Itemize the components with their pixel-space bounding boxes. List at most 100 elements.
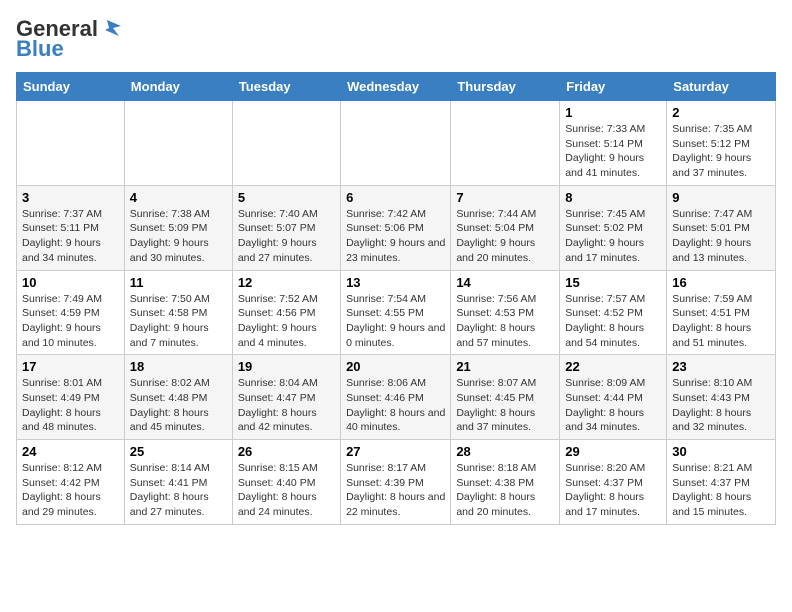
day-number: 22: [565, 359, 661, 374]
calendar-cell: 7 Sunrise: 7:44 AM Sunset: 5:04 PM Daylig…: [451, 185, 560, 270]
day-info: Sunrise: 7:49 AM Sunset: 4:59 PM Dayligh…: [22, 292, 119, 351]
calendar-cell: 1 Sunrise: 7:33 AM Sunset: 5:14 PM Daylig…: [560, 101, 667, 186]
day-number: 1: [565, 105, 661, 120]
day-info: Sunrise: 7:50 AM Sunset: 4:58 PM Dayligh…: [130, 292, 227, 351]
calendar-cell: 14 Sunrise: 7:56 AM Sunset: 4:53 PM Dayli…: [451, 270, 560, 355]
calendar-cell: 21 Sunrise: 8:07 AM Sunset: 4:45 PM Dayli…: [451, 355, 560, 440]
day-number: 25: [130, 444, 227, 459]
day-info: Sunrise: 8:15 AM Sunset: 4:40 PM Dayligh…: [238, 461, 335, 520]
day-info: Sunrise: 7:40 AM Sunset: 5:07 PM Dayligh…: [238, 207, 335, 266]
calendar-cell: [17, 101, 125, 186]
day-info: Sunrise: 8:21 AM Sunset: 4:37 PM Dayligh…: [672, 461, 770, 520]
week-row-4: 17 Sunrise: 8:01 AM Sunset: 4:49 PM Dayli…: [17, 355, 776, 440]
day-info: Sunrise: 8:14 AM Sunset: 4:41 PM Dayligh…: [130, 461, 227, 520]
day-info: Sunrise: 8:07 AM Sunset: 4:45 PM Dayligh…: [456, 376, 554, 435]
day-info: Sunrise: 7:45 AM Sunset: 5:02 PM Dayligh…: [565, 207, 661, 266]
calendar-cell: 29Sunrise: 8:20 AM Sunset: 4:37 PM Dayli…: [560, 440, 667, 525]
calendar-cell: 10Sunrise: 7:49 AM Sunset: 4:59 PM Dayli…: [17, 270, 125, 355]
calendar-header-row: SundayMondayTuesdayWednesdayThursdayFrid…: [17, 73, 776, 101]
calendar-cell: 18Sunrise: 8:02 AM Sunset: 4:48 PM Dayli…: [124, 355, 232, 440]
calendar-cell: 25 Sunrise: 8:14 AM Sunset: 4:41 PM Dayli…: [124, 440, 232, 525]
calendar-cell: 19Sunrise: 8:04 AM Sunset: 4:47 PM Dayli…: [232, 355, 340, 440]
calendar-cell: 20 Sunrise: 8:06 AM Sunset: 4:46 PM Dayli…: [341, 355, 451, 440]
calendar-cell: 27 Sunrise: 8:17 AM Sunset: 4:39 PM Dayli…: [341, 440, 451, 525]
calendar-cell: 13 Sunrise: 7:54 AM Sunset: 4:55 PM Dayli…: [341, 270, 451, 355]
day-number: 7: [456, 190, 554, 205]
header-tuesday: Tuesday: [232, 73, 340, 101]
calendar-cell: 22 Sunrise: 8:09 AM Sunset: 4:44 PM Dayli…: [560, 355, 667, 440]
day-info: Sunrise: 8:18 AM Sunset: 4:38 PM Dayligh…: [456, 461, 554, 520]
calendar-cell: 4 Sunrise: 7:38 AM Sunset: 5:09 PM Daylig…: [124, 185, 232, 270]
day-info: Sunrise: 8:01 AM Sunset: 4:49 PM Dayligh…: [22, 376, 119, 435]
day-info: Sunrise: 7:33 AM Sunset: 5:14 PM Dayligh…: [565, 122, 661, 181]
calendar-cell: 12 Sunrise: 7:52 AM Sunset: 4:56 PM Dayli…: [232, 270, 340, 355]
header-saturday: Saturday: [667, 73, 776, 101]
day-info: Sunrise: 7:56 AM Sunset: 4:53 PM Dayligh…: [456, 292, 554, 351]
calendar-cell: 28 Sunrise: 8:18 AM Sunset: 4:38 PM Dayli…: [451, 440, 560, 525]
day-number: 4: [130, 190, 227, 205]
day-info: Sunrise: 7:35 AM Sunset: 5:12 PM Dayligh…: [672, 122, 770, 181]
day-number: 30: [672, 444, 770, 459]
calendar-table: SundayMondayTuesdayWednesdayThursdayFrid…: [16, 72, 776, 525]
day-number: 8: [565, 190, 661, 205]
day-info: Sunrise: 7:54 AM Sunset: 4:55 PM Dayligh…: [346, 292, 445, 351]
calendar-cell: 8 Sunrise: 7:45 AM Sunset: 5:02 PM Daylig…: [560, 185, 667, 270]
day-info: Sunrise: 8:04 AM Sunset: 4:47 PM Dayligh…: [238, 376, 335, 435]
day-number: 17: [22, 359, 119, 374]
day-number: 6: [346, 190, 445, 205]
day-number: 14: [456, 275, 554, 290]
day-info: Sunrise: 7:57 AM Sunset: 4:52 PM Dayligh…: [565, 292, 661, 351]
logo-blue: Blue: [16, 36, 64, 62]
calendar-cell: [124, 101, 232, 186]
day-info: Sunrise: 7:44 AM Sunset: 5:04 PM Dayligh…: [456, 207, 554, 266]
week-row-2: 3 Sunrise: 7:37 AM Sunset: 5:11 PM Daylig…: [17, 185, 776, 270]
header-wednesday: Wednesday: [341, 73, 451, 101]
calendar-cell: 11Sunrise: 7:50 AM Sunset: 4:58 PM Dayli…: [124, 270, 232, 355]
week-row-1: 1 Sunrise: 7:33 AM Sunset: 5:14 PM Daylig…: [17, 101, 776, 186]
calendar-cell: 30 Sunrise: 8:21 AM Sunset: 4:37 PM Dayli…: [667, 440, 776, 525]
day-number: 28: [456, 444, 554, 459]
calendar-cell: 24 Sunrise: 8:12 AM Sunset: 4:42 PM Dayli…: [17, 440, 125, 525]
day-number: 26: [238, 444, 335, 459]
day-number: 2: [672, 105, 770, 120]
day-number: 27: [346, 444, 445, 459]
day-number: 13: [346, 275, 445, 290]
day-info: Sunrise: 7:37 AM Sunset: 5:11 PM Dayligh…: [22, 207, 119, 266]
week-row-3: 10Sunrise: 7:49 AM Sunset: 4:59 PM Dayli…: [17, 270, 776, 355]
day-number: 3: [22, 190, 119, 205]
day-info: Sunrise: 7:52 AM Sunset: 4:56 PM Dayligh…: [238, 292, 335, 351]
day-info: Sunrise: 7:38 AM Sunset: 5:09 PM Dayligh…: [130, 207, 227, 266]
calendar-cell: [232, 101, 340, 186]
day-number: 15: [565, 275, 661, 290]
day-number: 20: [346, 359, 445, 374]
day-number: 21: [456, 359, 554, 374]
header-monday: Monday: [124, 73, 232, 101]
day-number: 24: [22, 444, 119, 459]
day-info: Sunrise: 8:17 AM Sunset: 4:39 PM Dayligh…: [346, 461, 445, 520]
calendar-cell: 9Sunrise: 7:47 AM Sunset: 5:01 PM Daylig…: [667, 185, 776, 270]
header-friday: Friday: [560, 73, 667, 101]
day-number: 23: [672, 359, 770, 374]
calendar-cell: 5 Sunrise: 7:40 AM Sunset: 5:07 PM Daylig…: [232, 185, 340, 270]
day-info: Sunrise: 8:06 AM Sunset: 4:46 PM Dayligh…: [346, 376, 445, 435]
day-info: Sunrise: 8:12 AM Sunset: 4:42 PM Dayligh…: [22, 461, 119, 520]
calendar-cell: 23Sunrise: 8:10 AM Sunset: 4:43 PM Dayli…: [667, 355, 776, 440]
day-number: 5: [238, 190, 335, 205]
calendar-cell: 17 Sunrise: 8:01 AM Sunset: 4:49 PM Dayli…: [17, 355, 125, 440]
header: General Blue: [16, 16, 776, 62]
calendar-cell: 26 Sunrise: 8:15 AM Sunset: 4:40 PM Dayli…: [232, 440, 340, 525]
day-info: Sunrise: 7:42 AM Sunset: 5:06 PM Dayligh…: [346, 207, 445, 266]
day-number: 9: [672, 190, 770, 205]
calendar-cell: 15 Sunrise: 7:57 AM Sunset: 4:52 PM Dayli…: [560, 270, 667, 355]
calendar-cell: 2 Sunrise: 7:35 AM Sunset: 5:12 PM Daylig…: [667, 101, 776, 186]
day-info: Sunrise: 8:09 AM Sunset: 4:44 PM Dayligh…: [565, 376, 661, 435]
calendar-cell: 6 Sunrise: 7:42 AM Sunset: 5:06 PM Daylig…: [341, 185, 451, 270]
day-number: 29: [565, 444, 661, 459]
day-number: 12: [238, 275, 335, 290]
logo-bird-icon: [99, 18, 121, 40]
calendar-cell: [451, 101, 560, 186]
calendar-cell: 16Sunrise: 7:59 AM Sunset: 4:51 PM Dayli…: [667, 270, 776, 355]
day-info: Sunrise: 7:59 AM Sunset: 4:51 PM Dayligh…: [672, 292, 770, 351]
day-info: Sunrise: 8:02 AM Sunset: 4:48 PM Dayligh…: [130, 376, 227, 435]
header-thursday: Thursday: [451, 73, 560, 101]
